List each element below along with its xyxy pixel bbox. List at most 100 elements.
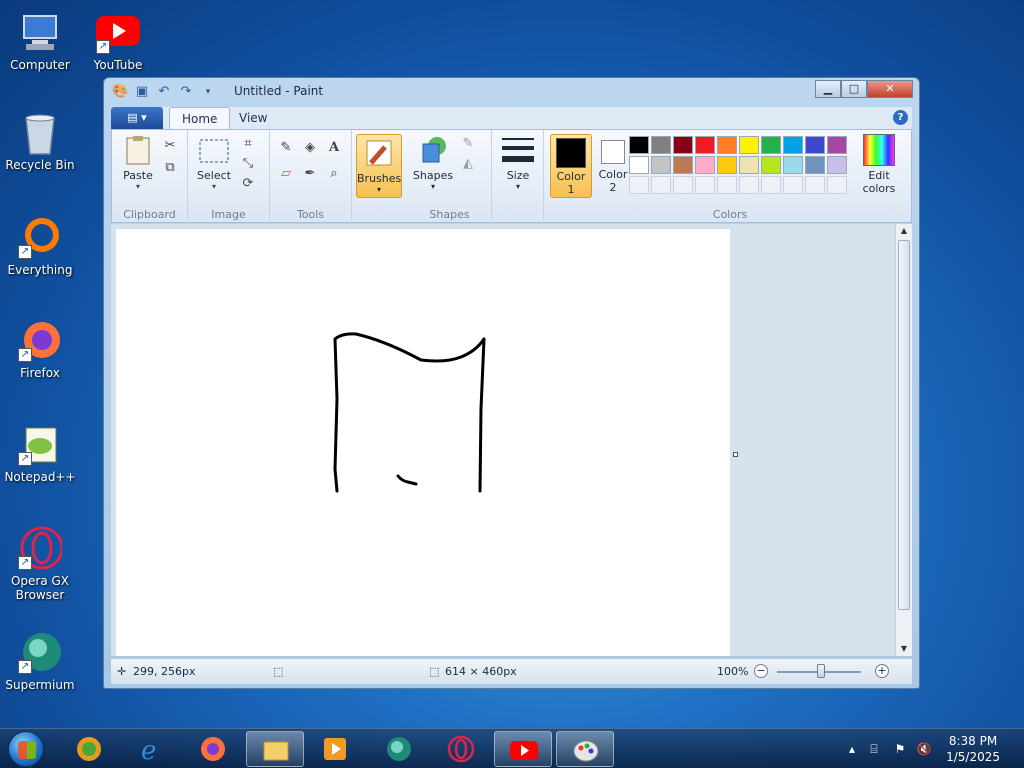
desktop-icon-notepadpp[interactable]: ↗ Notepad++ xyxy=(0,422,80,484)
edit-colors-button[interactable]: Edit colors xyxy=(856,134,902,195)
palette-swatch[interactable] xyxy=(717,136,737,154)
desktop-icon-label: Computer xyxy=(10,58,70,72)
start-button[interactable] xyxy=(8,731,44,767)
taskbar-firefox[interactable] xyxy=(184,731,242,767)
outline-icon[interactable]: ✎ xyxy=(458,134,478,154)
drawing-canvas[interactable] xyxy=(116,229,730,656)
palette-swatch[interactable] xyxy=(761,136,781,154)
show-hidden-icons[interactable]: ▴ xyxy=(844,741,860,757)
select-button[interactable]: Select ▾ xyxy=(194,134,234,191)
taskbar-media-player[interactable] xyxy=(60,731,118,767)
palette-swatch[interactable] xyxy=(651,156,671,174)
zoom-in-button[interactable]: + xyxy=(875,664,889,678)
fill-icon[interactable]: ◭ xyxy=(458,154,478,174)
maximize-button[interactable]: □ xyxy=(841,80,867,98)
palette-swatch[interactable] xyxy=(717,156,737,174)
brushes-button[interactable]: Brushes ▾ xyxy=(356,134,402,198)
customize-qat-icon[interactable]: ▾ xyxy=(200,84,216,100)
palette-custom-swatch[interactable] xyxy=(717,176,737,194)
volume-muted-icon[interactable]: 🔇 xyxy=(916,741,932,757)
desktop-icon-firefox[interactable]: ↗ Firefox xyxy=(0,318,80,380)
size-button[interactable]: Size ▾ xyxy=(498,134,538,191)
undo-icon[interactable]: ↶ xyxy=(156,84,172,100)
scroll-up-icon[interactable]: ▲ xyxy=(896,224,912,238)
palette-swatch[interactable] xyxy=(783,156,803,174)
desktop-icon-youtube[interactable]: ↗ YouTube xyxy=(78,10,158,72)
palette-swatch[interactable] xyxy=(827,156,847,174)
taskbar-ie[interactable]: e xyxy=(122,731,180,767)
help-icon[interactable]: ? xyxy=(893,110,908,125)
paint-menu-button[interactable]: ▤ ▾ xyxy=(111,107,163,129)
palette-swatch[interactable] xyxy=(629,156,649,174)
taskbar-supermium[interactable] xyxy=(370,731,428,767)
palette-swatch[interactable] xyxy=(739,156,759,174)
cut-icon[interactable]: ✂ xyxy=(160,136,180,156)
clock-time: 8:38 PM xyxy=(948,734,998,748)
minimize-button[interactable]: ▁ xyxy=(815,80,841,98)
palette-custom-swatch[interactable] xyxy=(805,176,825,194)
palette-swatch[interactable] xyxy=(673,136,693,154)
taskbar-youtube[interactable] xyxy=(494,731,552,767)
desktop-icon-label: Firefox xyxy=(20,366,60,380)
network-icon[interactable]: ⌸ xyxy=(866,741,882,757)
palette-swatch[interactable] xyxy=(739,136,759,154)
redo-icon[interactable]: ↷ xyxy=(178,84,194,100)
palette-custom-swatch[interactable] xyxy=(827,176,847,194)
rotate-icon[interactable]: ⟳ xyxy=(238,174,258,194)
palette-swatch[interactable] xyxy=(805,156,825,174)
save-icon[interactable]: ▣ xyxy=(134,84,150,100)
palette-swatch[interactable] xyxy=(673,156,693,174)
palette-swatch[interactable] xyxy=(827,136,847,154)
color2-button[interactable]: Color 2 xyxy=(594,134,632,194)
tab-view[interactable]: View xyxy=(227,107,279,129)
copy-icon[interactable]: ⧉ xyxy=(160,158,180,178)
zoom-slider-thumb[interactable] xyxy=(817,664,825,678)
scroll-thumb[interactable] xyxy=(898,240,910,610)
vertical-scrollbar[interactable]: ▲ ▼ xyxy=(895,224,912,656)
eraser-icon[interactable]: ▱ xyxy=(276,164,296,184)
palette-swatch[interactable] xyxy=(651,136,671,154)
shapes-button[interactable]: Shapes ▾ xyxy=(412,134,454,191)
fill-bucket-icon[interactable]: ◈ xyxy=(300,138,320,158)
palette-custom-swatch[interactable] xyxy=(761,176,781,194)
zoom-out-button[interactable]: − xyxy=(754,664,768,678)
system-clock[interactable]: 8:38 PM 1/5/2025 xyxy=(946,733,1000,765)
taskbar-explorer[interactable] xyxy=(246,731,304,767)
taskbar-opera-gx[interactable] xyxy=(432,731,490,767)
palette-swatch[interactable] xyxy=(783,136,803,154)
paste-button[interactable]: Paste ▾ xyxy=(118,134,158,191)
paint-app-icon[interactable]: 🎨 xyxy=(112,84,128,100)
resize-icon[interactable]: ⤡ xyxy=(238,154,258,174)
text-tool-icon[interactable]: A xyxy=(324,138,344,158)
palette-swatch[interactable] xyxy=(761,156,781,174)
palette-swatch[interactable] xyxy=(695,136,715,154)
desktop-icon-label: Opera GX Browser xyxy=(10,574,70,602)
desktop-icon-everything[interactable]: ↗ Everything xyxy=(0,215,80,277)
desktop-icon-opera-gx[interactable]: ↗ Opera GX Browser xyxy=(0,526,80,602)
palette-swatch[interactable] xyxy=(695,156,715,174)
resize-handle[interactable] xyxy=(733,452,738,457)
crop-icon[interactable]: ⌗ xyxy=(238,134,258,154)
desktop-icon-supermium[interactable]: ↗ Supermium xyxy=(0,630,80,692)
palette-custom-swatch[interactable] xyxy=(695,176,715,194)
window-title: Untitled - Paint xyxy=(234,84,324,98)
desktop-icon-recycle-bin[interactable]: Recycle Bin xyxy=(0,110,80,172)
pencil-icon[interactable]: ✎ xyxy=(276,138,296,158)
palette-swatch[interactable] xyxy=(805,136,825,154)
palette-custom-swatch[interactable] xyxy=(739,176,759,194)
action-center-flag-icon[interactable]: ⚑ xyxy=(892,741,908,757)
close-button[interactable]: ✕ xyxy=(867,80,913,98)
palette-custom-swatch[interactable] xyxy=(673,176,693,194)
tab-home[interactable]: Home xyxy=(169,107,231,129)
magnifier-icon[interactable]: ⌕ xyxy=(324,164,344,184)
taskbar-media-app[interactable] xyxy=(306,731,364,767)
palette-custom-swatch[interactable] xyxy=(783,176,803,194)
color1-button[interactable]: Color 1 xyxy=(550,134,592,198)
palette-custom-swatch[interactable] xyxy=(651,176,671,194)
palette-swatch[interactable] xyxy=(629,136,649,154)
taskbar-paint[interactable] xyxy=(556,731,614,767)
color-picker-icon[interactable]: ✒ xyxy=(300,164,320,184)
scroll-down-icon[interactable]: ▼ xyxy=(896,642,912,656)
desktop-icon-computer[interactable]: Computer xyxy=(0,10,80,72)
palette-custom-swatch[interactable] xyxy=(629,176,649,194)
